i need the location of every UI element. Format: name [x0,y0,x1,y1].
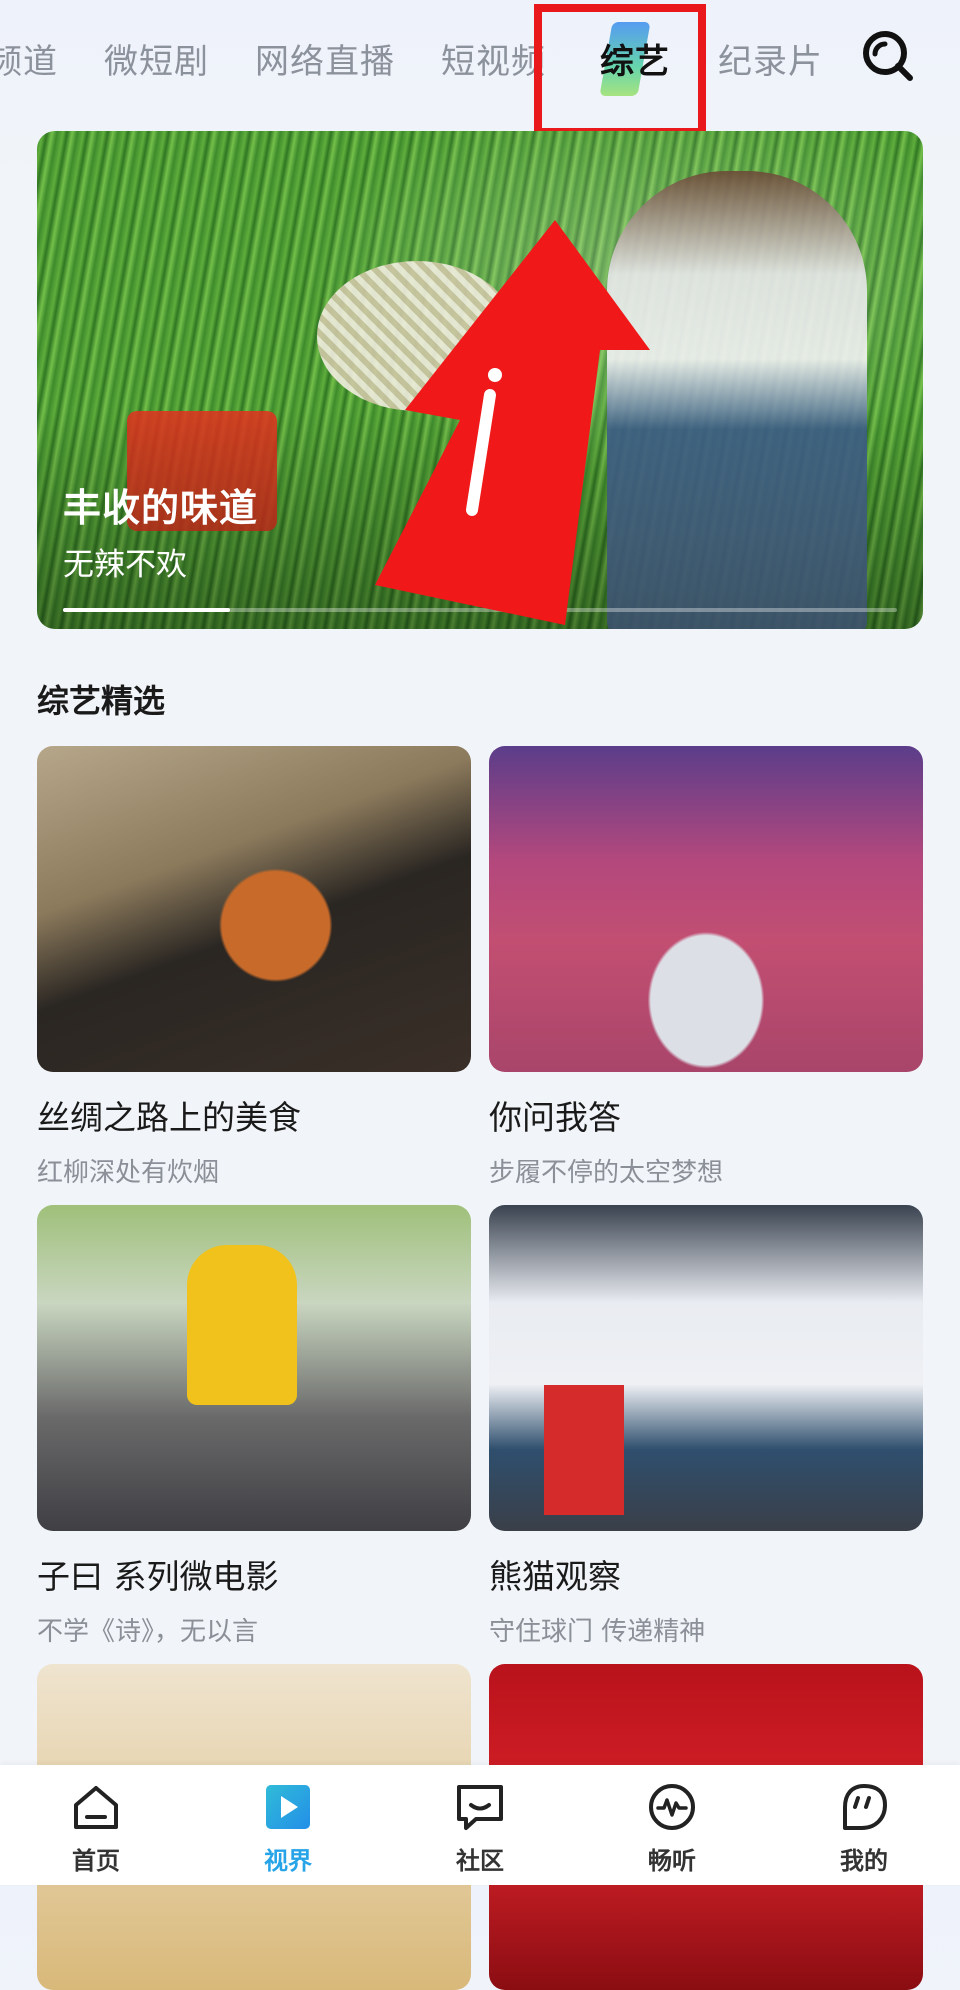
program-title: 子曰 系列微电影 [37,1557,279,1596]
program-title: 丝绸之路上的美食 [37,1098,301,1137]
tab-short-video[interactable]: 短视频 [441,34,546,83]
audio-wave-icon [649,1784,695,1830]
program-thumbnail [489,1205,923,1531]
banner-subtitle: 无辣不欢 [63,547,187,583]
section-title: 综艺精选 [37,682,166,720]
thumbnail-podium [544,1385,624,1515]
bottom-navigation: 首页 视界 社区 畅听 我的 [0,1765,960,1885]
tab-documentary[interactable]: 纪录片 [718,34,823,83]
program-subtitle: 不学《诗》，无以言 [37,1617,259,1647]
program-thumbnail [489,746,923,1072]
play-icon [266,1785,310,1829]
thumbnail-rider [187,1245,297,1405]
nav-home[interactable]: 首页 [0,1765,192,1885]
program-thumbnail [37,746,471,1072]
program-card[interactable]: 你问我答 步履不停的太空梦想 [489,746,923,1188]
program-subtitle: 守住球门 传递精神 [489,1617,706,1647]
profile-icon [843,1784,887,1830]
tab-live[interactable]: 网络直播 [255,34,395,83]
tab-micro-drama[interactable]: 微短剧 [104,34,209,83]
annotation-highlight-box [534,4,706,136]
nav-label: 畅听 [648,1847,696,1875]
chat-icon [457,1785,503,1830]
program-subtitle: 红柳深处有炊烟 [37,1158,220,1188]
nav-listen[interactable]: 畅听 [576,1765,768,1885]
nav-mine[interactable]: 我的 [768,1765,960,1885]
nav-community[interactable]: 社区 [384,1765,576,1885]
search-icon[interactable] [858,26,916,84]
nav-label: 我的 [840,1847,888,1875]
program-title: 熊猫观察 [489,1557,621,1596]
banner-title: 丰收的味道 [63,486,259,530]
top-tab-bar: 频道 微短剧 网络直播 短视频 综艺 纪录片 [0,0,960,136]
program-card[interactable]: 熊猫观察 守住球门 传递精神 [489,1205,923,1647]
banner-slide-indicator-active [63,608,230,612]
channel-tabs: 频道 微短剧 网络直播 短视频 综艺 纪录片 [0,21,869,96]
annotation-arrow-icon [375,220,650,625]
program-thumbnail [37,1205,471,1531]
nav-label: 首页 [72,1847,120,1875]
tab-channel[interactable]: 频道 [0,34,58,83]
program-title: 你问我答 [489,1098,621,1137]
nav-label: 社区 [456,1847,504,1875]
home-icon [74,1786,118,1829]
program-subtitle: 步履不停的太空梦想 [489,1158,724,1188]
nav-label: 视界 [264,1847,312,1875]
nav-vision[interactable]: 视界 [192,1765,384,1885]
program-card[interactable]: 丝绸之路上的美食 红柳深处有炊烟 [37,746,471,1188]
program-card[interactable]: 子曰 系列微电影 不学《诗》，无以言 [37,1205,471,1647]
